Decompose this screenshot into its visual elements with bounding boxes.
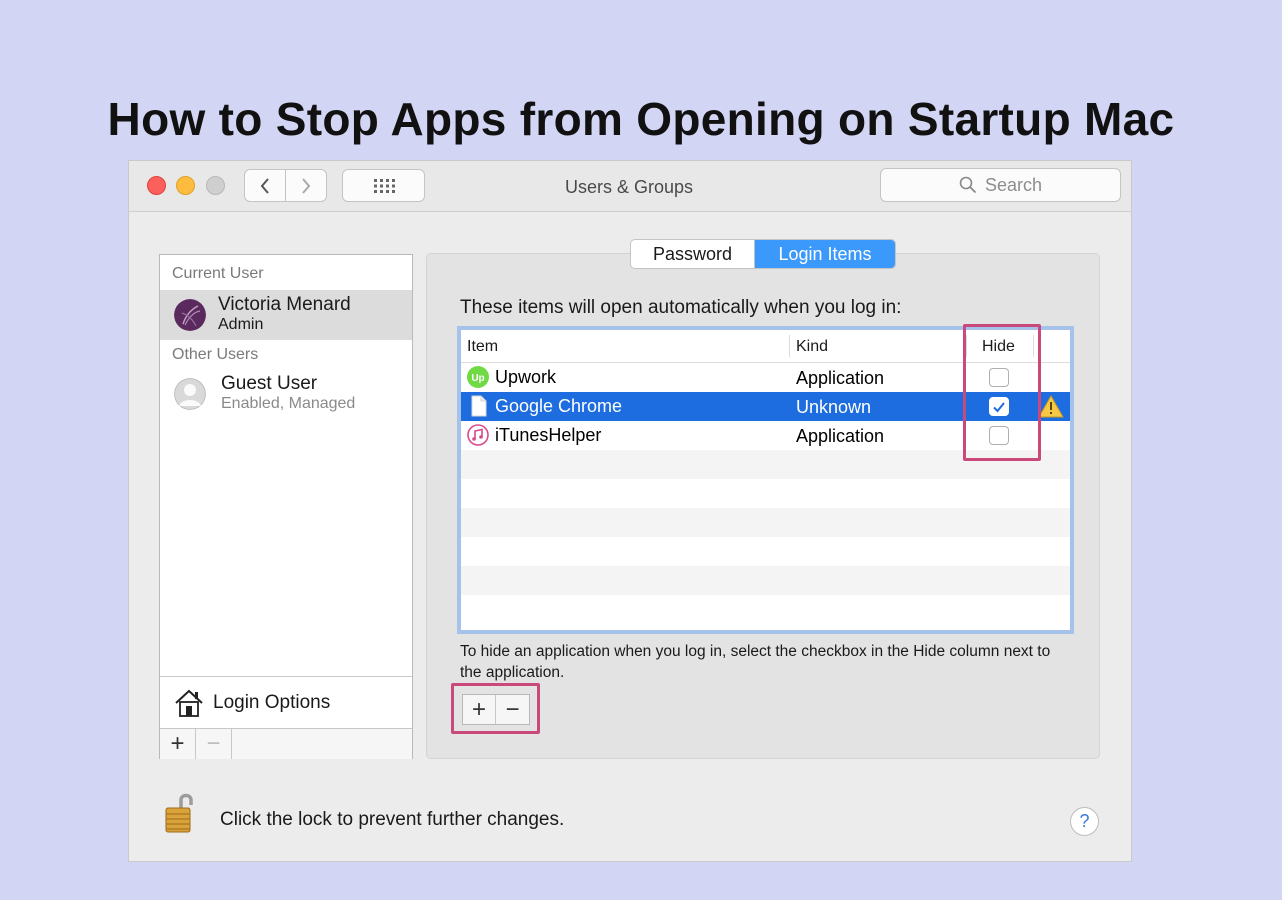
column-separator xyxy=(789,335,790,357)
tab-password[interactable]: Password xyxy=(631,240,755,268)
current-user-label: Current User xyxy=(172,265,264,282)
user-status: Enabled, Managed xyxy=(221,395,356,412)
show-all-button[interactable] xyxy=(342,169,425,202)
itunes-icon xyxy=(467,424,489,446)
item-kind: Unknown xyxy=(796,397,872,417)
item-name: Upwork xyxy=(495,367,557,387)
column-kind[interactable]: Kind xyxy=(796,338,828,356)
house-icon xyxy=(175,689,203,717)
close-window-button[interactable] xyxy=(147,176,166,195)
tab-login-items[interactable]: Login Items xyxy=(755,240,895,268)
lock-open-icon[interactable] xyxy=(164,788,196,836)
search-placeholder: Search xyxy=(984,174,1043,195)
user-role: Admin xyxy=(218,316,264,333)
navigation-buttons xyxy=(244,169,327,202)
column-item[interactable]: Item xyxy=(467,338,498,356)
empty-row xyxy=(461,508,1070,537)
empty-row xyxy=(461,595,1070,624)
avatar xyxy=(174,299,206,331)
guest-avatar-icon xyxy=(174,378,206,410)
users-list-panel: Current User Victoria Menard Admin Other… xyxy=(159,254,413,759)
user-row-victoria-menard[interactable]: Victoria Menard Admin xyxy=(160,290,412,340)
user-name: Victoria Menard xyxy=(218,294,351,315)
other-users-label: Other Users xyxy=(172,346,259,363)
login-options-label: Login Options xyxy=(213,691,331,713)
search-field[interactable]: Search xyxy=(880,168,1121,202)
user-row-guest[interactable]: Guest User Enabled, Managed xyxy=(160,369,412,419)
user-add-remove-bar: + − xyxy=(160,728,412,759)
users-groups-window: Users & Groups Search Current User Victo… xyxy=(128,160,1132,862)
back-button[interactable] xyxy=(245,170,285,201)
add-user-button[interactable]: + xyxy=(160,729,196,759)
page-headline: How to Stop Apps from Opening on Startup… xyxy=(107,93,1175,145)
upwork-icon: Up xyxy=(467,366,489,388)
hide-column-highlight xyxy=(963,324,1041,461)
window-title: Users & Groups xyxy=(564,177,694,197)
item-name: Google Chrome xyxy=(495,396,623,416)
forward-button[interactable] xyxy=(285,170,326,201)
help-button[interactable]: ? xyxy=(1070,807,1099,836)
remove-user-button[interactable]: − xyxy=(196,729,232,759)
chevron-left-icon xyxy=(260,177,269,194)
chevron-right-icon xyxy=(302,177,311,194)
empty-row xyxy=(461,537,1070,566)
search-icon xyxy=(959,176,977,194)
user-name: Guest User xyxy=(221,373,318,394)
hide-hint-text: To hide an application when you log in, … xyxy=(460,643,1051,681)
title-bar: Users & Groups Search xyxy=(129,161,1131,212)
warning-icon xyxy=(1038,395,1064,418)
item-name: iTunesHelper xyxy=(495,425,602,445)
lock-status-text: Click the lock to prevent further change… xyxy=(220,809,565,830)
item-kind: Application xyxy=(796,426,885,446)
add-remove-highlight xyxy=(451,683,540,734)
empty-row xyxy=(461,566,1070,595)
item-kind: Application xyxy=(796,368,885,388)
empty-row xyxy=(461,479,1070,508)
login-options-item[interactable]: Login Options xyxy=(160,676,412,728)
grid-icon xyxy=(373,178,395,193)
minimize-window-button[interactable] xyxy=(176,176,195,195)
tab-bar: Password Login Items xyxy=(630,239,896,269)
document-icon xyxy=(471,395,487,417)
svg-text:Up: Up xyxy=(471,373,484,384)
zoom-window-button[interactable] xyxy=(206,176,225,195)
login-items-intro: These items will open automatically when… xyxy=(460,297,902,318)
